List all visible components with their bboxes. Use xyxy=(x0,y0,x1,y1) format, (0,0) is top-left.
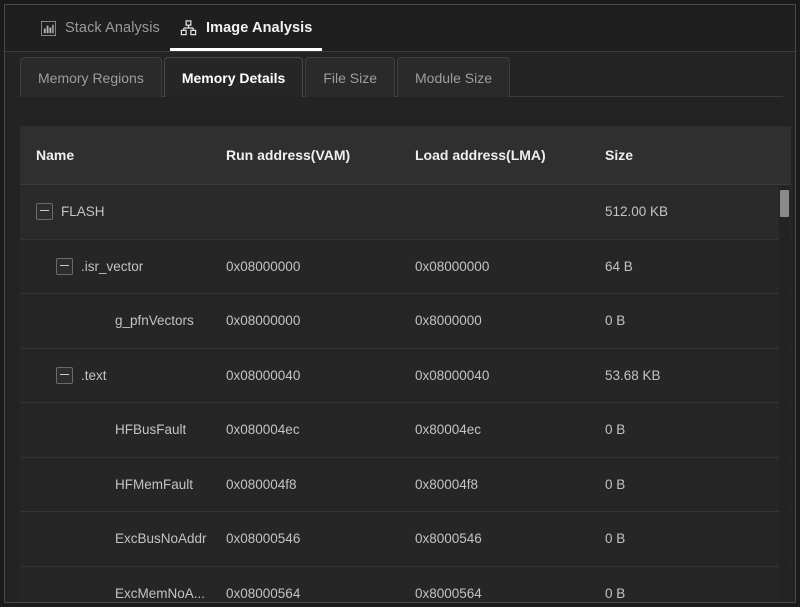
row-label: FLASH xyxy=(61,204,105,220)
cell-load-address: 0x8000546 xyxy=(415,531,482,547)
cell-run-address: 0x08000000 xyxy=(226,258,301,274)
cell-run-address: 0x08000000 xyxy=(226,313,301,329)
collapse-toggle-icon[interactable] xyxy=(56,257,73,275)
cell-size: 512.00 KB xyxy=(605,204,669,220)
table-row[interactable]: HFMemFault 0x080004f8 0x80004f8 0 B xyxy=(20,457,791,512)
row-label: ExcMemNoA... xyxy=(115,585,206,601)
cell-run-address: 0x08000546 xyxy=(226,531,301,547)
subtab-memory-details-label: Memory Details xyxy=(181,69,286,86)
cell-size: 0 B xyxy=(605,476,626,492)
table-row[interactable]: HFBusFault 0x080004ec 0x80004ec 0 B xyxy=(20,403,791,458)
cell-load-address: 0x08000040 xyxy=(415,367,490,383)
row-label: .isr_vector xyxy=(81,258,144,274)
cell-name: HFBusFault xyxy=(36,403,391,457)
cell-load-address: 0x80004f8 xyxy=(415,476,479,492)
table-row[interactable]: g_pfnVectors 0x08000000 0x8000000 0 B xyxy=(20,294,791,349)
memory-subtabbar: Memory Regions Memory Details File Size … xyxy=(5,52,795,97)
cell-size: 64 B xyxy=(605,258,633,274)
vertical-scrollbar-thumb[interactable] xyxy=(780,190,789,217)
analysis-tabbar: Stack Analysis Image Analysis xyxy=(5,5,795,52)
table-body: FLASH 512.00 KB .isr_vector 0x08000000 0x080… xyxy=(20,185,791,602)
cell-size: 53.68 KB xyxy=(605,367,661,383)
table-row[interactable]: .isr_vector 0x08000000 0x08000000 64 B xyxy=(20,239,791,294)
cell-name: g_pfnVectors xyxy=(36,294,391,348)
row-label: g_pfnVectors xyxy=(115,313,194,329)
cell-name: FLASH xyxy=(36,185,391,239)
cell-run-address: 0x08000564 xyxy=(226,585,301,601)
cell-load-address: 0x80004ec xyxy=(415,422,482,438)
collapse-toggle-icon[interactable] xyxy=(56,366,73,384)
cell-name: ExcBusNoAddr xyxy=(36,512,391,566)
subtab-memory-regions-label: Memory Regions xyxy=(38,69,144,86)
cell-size: 0 B xyxy=(605,585,626,601)
cell-name: HFMemFault xyxy=(36,458,391,512)
subtab-memory-regions[interactable]: Memory Regions xyxy=(20,57,162,97)
cell-name: .text xyxy=(36,349,391,403)
cell-run-address: 0x08000040 xyxy=(226,367,301,383)
table-row[interactable]: ExcBusNoAddr 0x08000546 0x8000546 0 B xyxy=(20,512,791,567)
table-row[interactable]: FLASH 512.00 KB xyxy=(20,185,791,240)
tab-stack-analysis[interactable]: Stack Analysis xyxy=(27,5,174,51)
vertical-scrollbar[interactable] xyxy=(779,185,790,602)
cell-size: 0 B xyxy=(605,313,626,329)
tab-stack-analysis-label: Stack Analysis xyxy=(65,20,160,36)
row-label: ExcBusNoAddr xyxy=(115,531,207,547)
subtab-file-size-label: File Size xyxy=(323,69,377,86)
cell-run-address: 0x080004f8 xyxy=(226,476,297,492)
subtab-file-size[interactable]: File Size xyxy=(305,57,395,97)
column-header-load-address[interactable]: Load address(LMA) xyxy=(415,126,546,184)
column-header-size[interactable]: Size xyxy=(605,126,633,184)
row-label: HFMemFault xyxy=(115,476,194,492)
image-analysis-window: Stack Analysis Image Analysis Memory Reg… xyxy=(4,4,796,603)
table-row[interactable]: .text 0x08000040 0x08000040 53.68 KB xyxy=(20,348,791,403)
cell-run-address: 0x080004ec xyxy=(226,422,300,438)
subtab-module-size-label: Module Size xyxy=(415,69,493,86)
table-row[interactable]: ExcMemNoA... 0x08000564 0x8000564 0 B xyxy=(20,566,791,603)
cell-size: 0 B xyxy=(605,531,626,547)
hierarchy-icon xyxy=(180,20,197,36)
table-header-row: Name Run address(VAM) Load address(LMA) … xyxy=(20,126,791,185)
row-label: HFBusFault xyxy=(115,422,187,438)
subtab-module-size[interactable]: Module Size xyxy=(397,57,511,97)
cell-load-address: 0x8000564 xyxy=(415,585,482,601)
subtab-memory-details[interactable]: Memory Details xyxy=(163,57,304,97)
tab-image-analysis-label: Image Analysis xyxy=(206,20,313,36)
cell-load-address: 0x08000000 xyxy=(415,258,490,274)
cell-name: ExcMemNoA... xyxy=(36,567,391,603)
cell-load-address: 0x8000000 xyxy=(415,313,482,329)
bar-chart-icon xyxy=(41,20,56,36)
cell-name: .isr_vector xyxy=(36,240,391,294)
memory-details-table: Name Run address(VAM) Load address(LMA) … xyxy=(20,126,791,602)
column-header-run-address[interactable]: Run address(VAM) xyxy=(226,126,350,184)
row-label: .text xyxy=(81,367,107,383)
tab-image-analysis[interactable]: Image Analysis xyxy=(166,5,326,51)
cell-size: 0 B xyxy=(605,422,626,438)
collapse-toggle-icon[interactable] xyxy=(36,203,53,221)
